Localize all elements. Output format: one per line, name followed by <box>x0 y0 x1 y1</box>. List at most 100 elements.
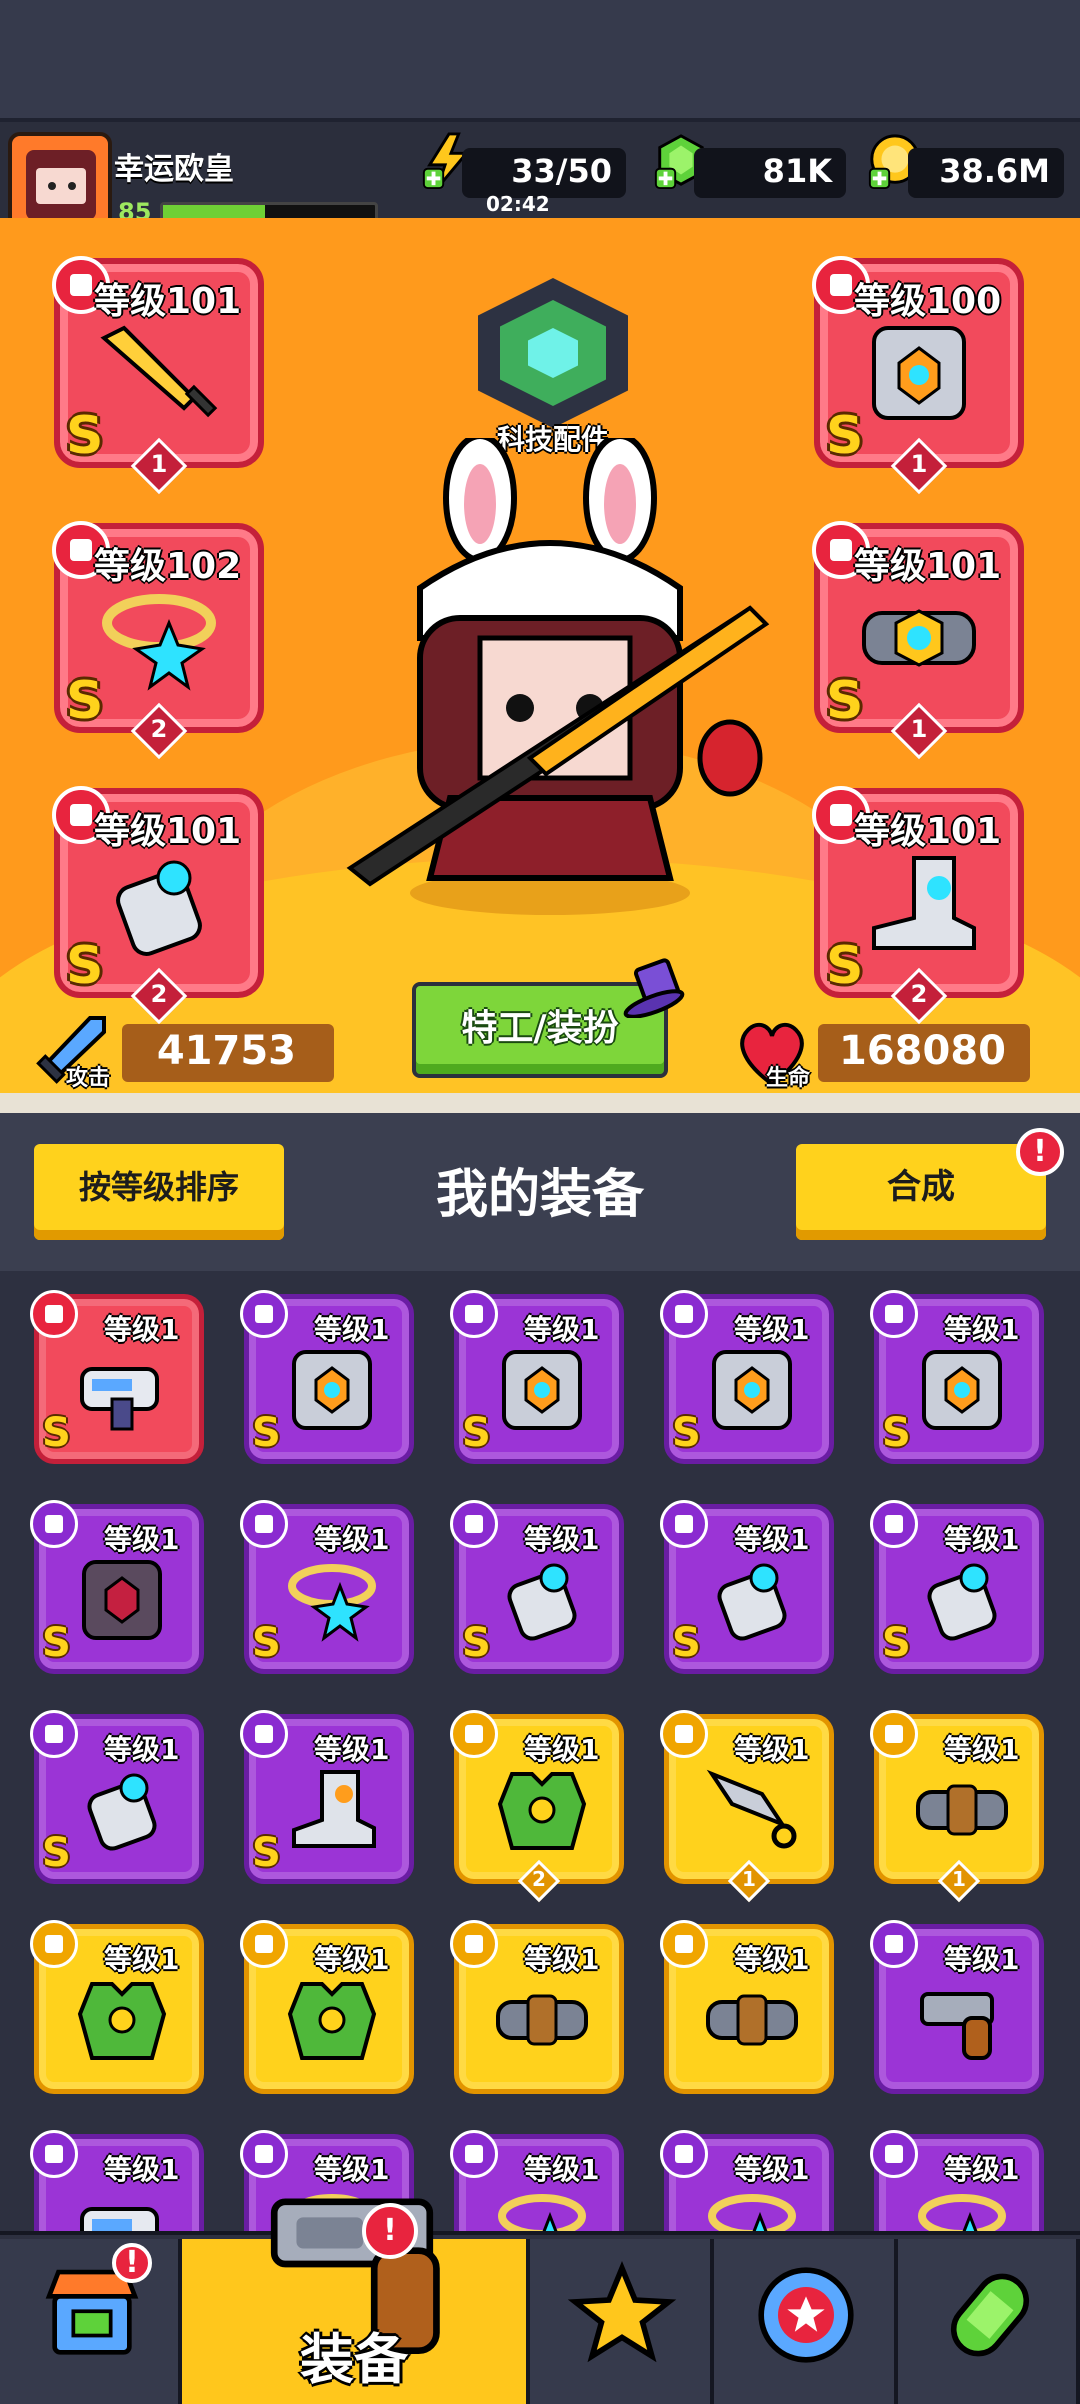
inventory-item[interactable]: 等级1 2 <box>450 1710 624 1903</box>
inventory-item[interactable]: 等级1 S <box>870 1500 1044 1674</box>
item-type-icon <box>870 2130 918 2178</box>
belt-icon <box>916 1784 1008 1836</box>
armor-icon <box>922 1350 1002 1430</box>
item-type-icon <box>240 1500 288 1548</box>
inventory-item[interactable]: 等级1 <box>450 1920 624 2094</box>
merge-button[interactable]: 合成 <box>796 1144 1046 1240</box>
armor-icon <box>292 1350 372 1430</box>
player-name: 幸运欧皇 <box>114 152 234 187</box>
energy-value: 33/50 <box>511 152 612 190</box>
item-level: 等级1 <box>524 2153 600 2186</box>
equip-slot-gloves[interactable]: 等级101 S 2 <box>52 786 264 1025</box>
inventory-item[interactable]: 等级1 <box>240 1920 414 2094</box>
gold-display: 38.6M <box>908 148 1064 198</box>
equip-slot-belt[interactable]: 等级101 S 1 <box>812 521 1024 760</box>
sort-by-level-button[interactable]: 按等级排序 <box>34 1144 284 1240</box>
inventory-item[interactable]: 等级1 S <box>240 1710 414 1884</box>
inventory-item[interactable]: 等级1 <box>30 2130 204 2231</box>
inventory-item[interactable]: 等级1 <box>660 2130 834 2231</box>
item-level: 等级1 <box>944 1733 1020 1766</box>
necklace-icon <box>918 2194 1006 2231</box>
item-type-icon <box>240 1290 288 1338</box>
equip-slot-necklace[interactable]: 等级102 S 2 <box>52 521 264 760</box>
inventory-item[interactable]: 等级1 <box>870 1920 1044 2094</box>
item-type-icon <box>660 2130 708 2178</box>
belt-icon <box>862 609 976 667</box>
slot-stars: 2 <box>150 715 168 743</box>
item-type-icon <box>870 1500 918 1548</box>
item-level: 等级1 <box>104 1523 180 1556</box>
item-rank: S <box>672 1410 701 1456</box>
item-level: 等级1 <box>524 1523 600 1556</box>
tab-revolver[interactable]: 装备! <box>182 2198 530 2404</box>
gems-value: 81K <box>762 152 832 190</box>
inventory-item[interactable]: 等级1 S <box>30 1290 204 1464</box>
inventory-item[interactable]: 等级1 <box>660 1920 834 2094</box>
item-type-icon <box>240 2130 288 2178</box>
item-type-icon <box>870 1290 918 1338</box>
inventory-item[interactable]: 等级1 S <box>240 1500 414 1674</box>
player-hud: 幸运欧皇 85 33/50 02:42 81K 38.6M <box>0 118 1080 234</box>
energy-timer: 02:42 <box>486 192 550 216</box>
item-level: 等级1 <box>314 1943 390 1976</box>
glove-icon <box>116 860 202 956</box>
item-type-icon <box>240 1710 288 1758</box>
gems-display: 81K <box>694 148 846 198</box>
slot-stars: 1 <box>910 715 928 743</box>
inventory-item[interactable]: 等级1 S <box>450 1500 624 1674</box>
merge-alert-badge: ! <box>1016 1128 1064 1176</box>
inventory-item[interactable]: 等级1 S <box>30 1710 204 1884</box>
item-rank: S <box>252 1620 281 1666</box>
slot-rank: S <box>66 936 104 996</box>
tab-shop[interactable]: ! <box>0 2239 182 2404</box>
armor-icon <box>712 1350 792 1430</box>
necklace-icon <box>288 1564 376 1642</box>
item-type-icon <box>30 2130 78 2178</box>
blaster-icon <box>80 1367 159 1431</box>
hero-character[interactable] <box>330 438 770 918</box>
item-level: 等级1 <box>524 1943 600 1976</box>
dark-armor-icon <box>82 1560 162 1640</box>
green-vest-icon <box>77 1982 167 2060</box>
inventory-item[interactable]: 等级1 1 <box>870 1710 1044 1903</box>
inventory-item[interactable]: 等级1 <box>870 2130 1044 2231</box>
gold-value: 38.6M <box>939 152 1050 190</box>
energy-display: 33/50 <box>462 148 626 198</box>
inventory-item[interactable]: 等级1 S <box>660 1290 834 1464</box>
item-type-icon <box>240 1920 288 1968</box>
necklace-icon <box>102 594 216 691</box>
item-level: 等级1 <box>734 1523 810 1556</box>
boot-icon <box>292 1770 376 1848</box>
item-type-icon <box>450 1290 498 1338</box>
inventory-item[interactable]: 等级1 <box>450 2130 624 2231</box>
equip-slot-armor[interactable]: 等级100 S 1 <box>812 256 1024 495</box>
slot-level: 等级101 <box>94 281 242 322</box>
slot-level: 等级101 <box>94 811 242 852</box>
attack-stat: 41753 <box>122 1024 334 1082</box>
item-level: 等级1 <box>104 2153 180 2186</box>
item-level: 等级1 <box>314 1523 390 1556</box>
inventory-item[interactable]: 等级1 <box>30 1920 204 2094</box>
tab-dna-capsule[interactable] <box>898 2239 1080 2404</box>
item-rank: S <box>882 1620 911 1666</box>
item-type-icon <box>30 1920 78 1968</box>
inventory-item[interactable]: 等级1 S <box>450 1290 624 1464</box>
equip-slot-boots[interactable]: 等级101 S 2 <box>812 786 1024 1025</box>
inventory-item[interactable]: 等级1 S <box>30 1500 204 1674</box>
character-stage: 等级101 S 1 等级100 S 1 等级102 S 2 等级101 S 1 … <box>0 218 1080 1113</box>
slot-stars: 1 <box>150 450 168 478</box>
inventory-item[interactable]: 等级1 1 <box>660 1710 834 1903</box>
inventory-item[interactable]: 等级1 S <box>870 1290 1044 1464</box>
item-level: 等级1 <box>734 1733 810 1766</box>
slot-rank: S <box>826 671 864 731</box>
tab-star-swords[interactable] <box>530 2239 714 2404</box>
tab-star-ball[interactable] <box>714 2239 898 2404</box>
kunai-icon <box>706 1769 797 1849</box>
slot-rank: S <box>826 406 864 466</box>
item-type-icon <box>450 2130 498 2178</box>
equip-slot-weapon[interactable]: 等级101 S 1 <box>52 256 264 495</box>
slot-level: 等级102 <box>94 546 242 587</box>
tech-accessory-button[interactable] <box>478 278 628 428</box>
inventory-item[interactable]: 等级1 S <box>660 1500 834 1674</box>
inventory-item[interactable]: 等级1 S <box>240 1290 414 1464</box>
